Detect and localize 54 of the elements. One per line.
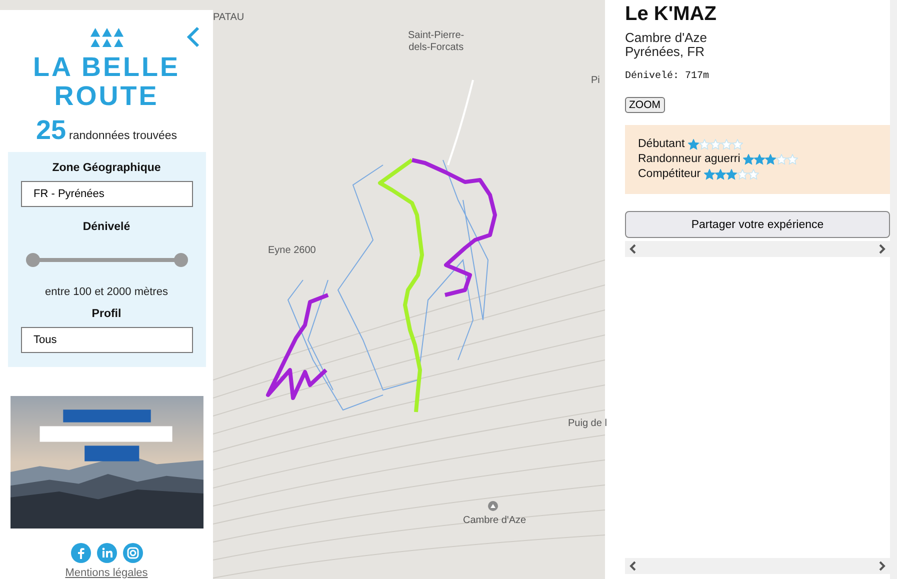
filter-label: Zone Géographique — [52, 162, 161, 174]
star-icon — [776, 154, 788, 164]
filter-label: Profil — [92, 308, 122, 320]
instagram-icon[interactable] — [122, 543, 142, 563]
star-icon — [714, 168, 726, 180]
rating-label: Débutant — [638, 138, 685, 150]
star-icon — [748, 168, 759, 180]
horizontal-scrollbar[interactable] — [625, 241, 890, 257]
place-label: Puig de l — [568, 418, 607, 430]
scroll-left-icon[interactable] — [629, 561, 637, 571]
star-icon — [720, 138, 732, 150]
range-text: entre 100 et 2000 mètres — [45, 286, 168, 298]
star-icon — [754, 154, 766, 164]
slider-thumb[interactable] — [174, 253, 188, 268]
facebook-icon[interactable] — [70, 543, 90, 563]
rating-label: Compétiteur — [638, 168, 701, 180]
zoom-button[interactable]: ZOOM — [625, 97, 664, 113]
share-button[interactable]: Partager votre expérience — [625, 211, 890, 238]
logo-text: LA BELLE ROUTE — [33, 53, 180, 112]
linkedin-icon[interactable] — [96, 543, 116, 563]
filter-label: Dénivelé — [82, 221, 130, 234]
horizontal-scrollbar[interactable] — [625, 558, 890, 574]
elevation-text: Dénivelé: 717m — [625, 71, 710, 82]
mountain-banner-drawing[interactable] — [8, 396, 206, 529]
star-icon — [736, 168, 748, 180]
scroll-left-icon[interactable] — [629, 244, 637, 254]
star-icon — [688, 138, 699, 150]
star-icon — [732, 138, 743, 150]
star-icon — [710, 138, 721, 150]
peak-label: Cambre d'Aze — [463, 515, 526, 527]
peak-marker-icon — [488, 501, 498, 511]
slider-thumb[interactable] — [26, 253, 40, 268]
star-icon — [743, 154, 754, 164]
place-label: PATAU — [213, 12, 244, 24]
star-icon — [698, 138, 710, 150]
star-icon — [787, 154, 798, 164]
trail-title: Le K'MAZ — [625, 3, 718, 26]
rating-label: Randonneur aguerri — [638, 153, 740, 165]
result-count: 25 — [36, 115, 66, 146]
profile-select[interactable]: Tous — [20, 327, 192, 354]
star-icon — [704, 168, 715, 180]
scroll-right-icon[interactable] — [878, 244, 886, 254]
place-label: Eyne 2600 — [268, 245, 316, 257]
back-chevron-icon[interactable] — [185, 26, 201, 48]
zone-select[interactable]: FR - Pyrénées — [20, 181, 192, 208]
legal-link[interactable]: Mentions légales — [65, 567, 148, 579]
star-icon — [726, 168, 737, 180]
result-label: randonnées trouvées — [68, 130, 178, 142]
star-icon — [765, 154, 776, 164]
place-label: Saint-Pierre- dels-Forcats — [408, 30, 464, 54]
triangles-logo-icon — [90, 28, 124, 48]
scroll-right-icon[interactable] — [878, 561, 886, 571]
trail-location: Cambre d'Aze Pyrénées, FR — [625, 31, 708, 59]
place-label: Pi — [591, 75, 600, 87]
